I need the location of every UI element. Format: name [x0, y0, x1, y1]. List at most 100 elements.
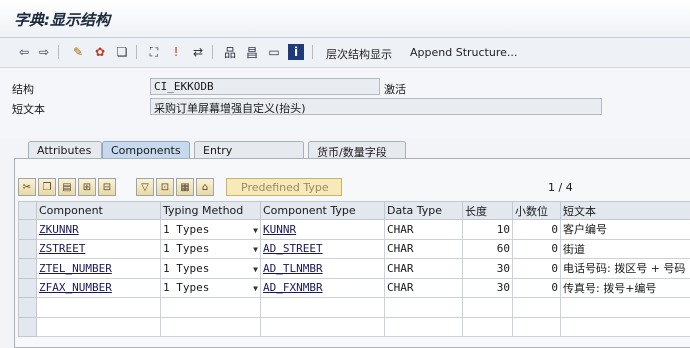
component-cell[interactable]: ZSTREET [37, 239, 161, 259]
row-selector[interactable] [19, 259, 37, 279]
tab-strip: Attributes Components Entry help/check 货… [0, 138, 690, 160]
back-arrow-icon[interactable]: ⇦ [16, 44, 32, 60]
typing-method-cell[interactable]: 1 Types ▼ [161, 278, 261, 298]
empty-cell[interactable] [37, 317, 161, 337]
toolbar-separator [58, 45, 59, 59]
dropdown-arrow-icon[interactable]: ▼ [253, 265, 258, 274]
typing-method-cell[interactable]: 1 Types ▼ [161, 239, 261, 259]
decimals-cell: 0 [513, 220, 561, 240]
toolbar-separator [312, 45, 313, 59]
empty-cell[interactable] [385, 298, 463, 318]
column-header-component-type[interactable]: Component Type [261, 202, 385, 220]
empty-cell[interactable] [463, 298, 513, 318]
row-selector[interactable] [19, 239, 37, 259]
activate-icon[interactable]: ❏ [114, 44, 130, 60]
column-header-component[interactable]: Component [37, 202, 161, 220]
table-toolbar: ✂ ❐ ▤ ⊞ ⊟ ▽ ⊡ ▦ ⌂ Predefined Type [18, 178, 398, 200]
table-header-row: Component Typing Method Component Type D… [19, 202, 690, 220]
print-icon[interactable]: 昌 [244, 44, 260, 60]
empty-cell[interactable] [261, 317, 385, 337]
search-help-icon[interactable]: ⌂ [196, 178, 214, 196]
short-text-cell: 电话号码: 拨区号 + 号码 [561, 259, 690, 279]
table-row[interactable]: ZTEL_NUMBER 1 Types▼ AD_TLNMBR CHAR 30 0… [19, 259, 690, 279]
append-structure-button[interactable]: Append Structure... [410, 46, 517, 59]
component-cell[interactable]: ZTEL_NUMBER [37, 259, 161, 279]
empty-cell[interactable] [161, 317, 261, 337]
table-row[interactable]: ZFAX_NUMBER 1 Types ▼ AD_FXNMBR CHAR 30 0… [19, 278, 690, 298]
length-cell: 10 [463, 220, 513, 240]
component-type-cell[interactable]: AD_STREET [261, 239, 385, 259]
application-toolbar: ⇦ ⇨ ✎ ✿ ❏ ⛶ ! ⇄ 品 昌 ▭ i 层次结构显示 Append St… [0, 38, 690, 68]
dropdown-arrow-icon[interactable]: ▼ [253, 226, 258, 235]
hierarchy-icon[interactable]: 品 [222, 44, 238, 60]
component-link[interactable]: ZTEL_NUMBER [39, 262, 112, 275]
column-header-data-type[interactable]: Data Type [385, 202, 463, 220]
empty-cell[interactable] [561, 317, 690, 337]
component-type-cell[interactable]: AD_FXNMBR [261, 278, 385, 298]
component-link[interactable]: ZKUNNR [39, 223, 79, 236]
details-icon[interactable]: ▦ [176, 178, 194, 196]
copy-icon[interactable]: ❐ [38, 178, 56, 196]
title-bar: 字典:显示结构 [0, 0, 690, 38]
typing-method-value: 1 Types [163, 262, 209, 275]
component-type-link[interactable]: AD_STREET [263, 242, 323, 255]
typing-method-value: 1 Types [163, 242, 209, 255]
hierarchy-display-button[interactable]: 层次结构显示 [326, 46, 392, 62]
empty-cell[interactable] [463, 317, 513, 337]
row-selector[interactable] [19, 317, 37, 337]
navigate-icon[interactable]: ⇄ [190, 44, 206, 60]
row-selector[interactable] [19, 278, 37, 298]
row-selector[interactable] [19, 298, 37, 318]
insert-row-icon[interactable]: ⊞ [78, 178, 96, 196]
table-row[interactable]: ZKUNNR 1 Types▼ KUNNR CHAR 10 0 客户编号 [19, 220, 690, 240]
info-icon[interactable]: i [288, 44, 304, 60]
typing-method-cell[interactable]: 1 Types▼ [161, 220, 261, 240]
row-selector-header[interactable] [19, 202, 37, 220]
column-header-typing-method[interactable]: Typing Method [161, 202, 261, 220]
empty-cell[interactable] [513, 317, 561, 337]
component-link[interactable]: ZFAX_NUMBER [39, 281, 112, 294]
component-type-link[interactable]: AD_TLNMBR [263, 262, 323, 275]
where-used-icon[interactable]: ⛶ [146, 44, 162, 60]
short-text-cell: 街道 [561, 239, 690, 259]
delete-row-icon[interactable]: ⊟ [98, 178, 116, 196]
empty-cell[interactable] [561, 298, 690, 318]
component-type-cell[interactable]: KUNNR [261, 220, 385, 240]
data-type-cell: CHAR [385, 278, 463, 298]
paste-icon[interactable]: ▤ [58, 178, 76, 196]
dropdown-arrow-icon[interactable]: ▼ [253, 284, 258, 293]
empty-cell[interactable] [37, 298, 161, 318]
screen-icon[interactable]: ▭ [266, 44, 282, 60]
component-cell[interactable]: ZKUNNR [37, 220, 161, 240]
column-header-short-text[interactable]: 短文本 [561, 202, 690, 220]
column-header-length[interactable]: 长度 [463, 202, 513, 220]
filter-icon[interactable]: ▽ [136, 178, 154, 196]
component-type-cell[interactable]: AD_TLNMBR [261, 259, 385, 279]
table-row[interactable]: ZSTREET 1 Types▼ AD_STREET CHAR 60 0 街道 [19, 239, 690, 259]
decimals-cell: 0 [513, 278, 561, 298]
table-row-empty[interactable] [19, 317, 690, 337]
empty-cell[interactable] [385, 317, 463, 337]
component-cell[interactable]: ZFAX_NUMBER [37, 278, 161, 298]
select-all-icon[interactable]: ⊡ [156, 178, 174, 196]
data-type-cell: CHAR [385, 220, 463, 240]
component-type-link[interactable]: KUNNR [263, 223, 296, 236]
typing-method-cell[interactable]: 1 Types ▼ [161, 259, 261, 279]
info-marker-icon[interactable]: ! [168, 44, 184, 60]
dropdown-arrow-icon[interactable]: ▼ [253, 245, 258, 254]
component-type-link[interactable]: AD_FXNMBR [263, 281, 323, 294]
display-change-icon[interactable]: ✎ [70, 44, 86, 60]
empty-cell[interactable] [261, 298, 385, 318]
empty-cell[interactable] [161, 298, 261, 318]
length-cell: 30 [463, 278, 513, 298]
table-row-empty[interactable] [19, 298, 690, 318]
component-link[interactable]: ZSTREET [39, 242, 85, 255]
check-icon[interactable]: ✿ [92, 44, 108, 60]
empty-cell[interactable] [513, 298, 561, 318]
row-selector[interactable] [19, 220, 37, 240]
predefined-type-button[interactable]: Predefined Type [226, 178, 342, 196]
column-header-decimals[interactable]: 小数位 [513, 202, 561, 220]
typing-method-value: 1 Types [163, 281, 209, 294]
cut-icon[interactable]: ✂ [18, 178, 36, 196]
forward-arrow-icon[interactable]: ⇨ [36, 44, 52, 60]
